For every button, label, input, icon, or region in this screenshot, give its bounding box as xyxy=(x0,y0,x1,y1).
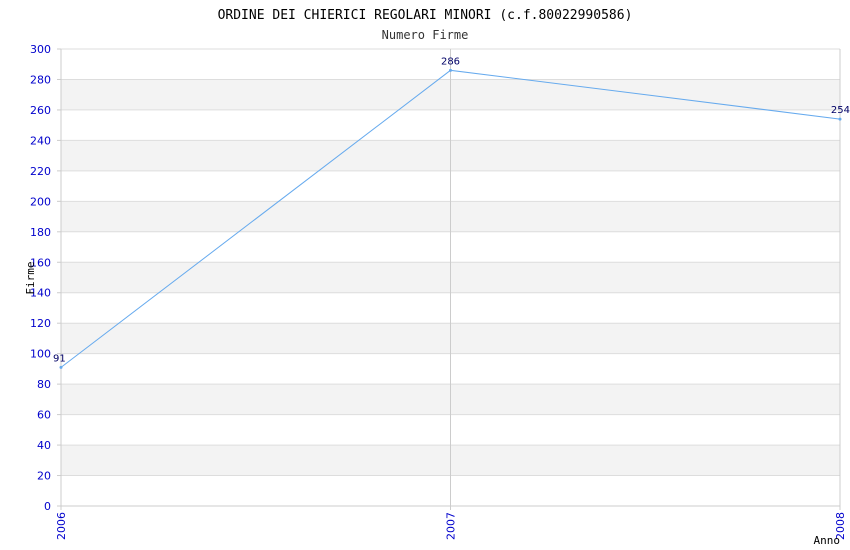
x-tick-label: 2007 xyxy=(445,512,458,540)
data-point xyxy=(59,365,63,369)
x-tick-label: 2006 xyxy=(55,512,68,540)
chart-subtitle: Numero Firme xyxy=(382,28,469,42)
y-tick-label: 80 xyxy=(37,378,51,391)
y-axis-label: Firme xyxy=(24,261,37,294)
y-tick-label: 60 xyxy=(37,409,51,422)
y-tick-label: 300 xyxy=(30,43,51,56)
y-tick-label: 260 xyxy=(30,104,51,117)
y-tick-label: 220 xyxy=(30,165,51,178)
y-tick-label: 240 xyxy=(30,134,51,147)
data-point xyxy=(449,68,452,72)
x-axis-label: Anno xyxy=(814,534,841,547)
data-point xyxy=(838,117,842,121)
y-tick-label: 0 xyxy=(44,500,51,513)
y-tick-label: 180 xyxy=(30,226,51,239)
data-label: 254 xyxy=(831,105,850,116)
y-tick-label: 20 xyxy=(37,470,51,483)
y-tick-label: 200 xyxy=(30,195,51,208)
y-tick-label: 100 xyxy=(30,348,51,361)
line-chart: 0204060801001201401601802002202402602803… xyxy=(24,8,850,547)
data-label: 286 xyxy=(441,56,460,67)
data-label: 91 xyxy=(53,353,66,364)
y-tick-label: 120 xyxy=(30,317,51,330)
chart-title: ORDINE DEI CHIERICI REGOLARI MINORI (c.f… xyxy=(218,8,633,23)
y-tick-label: 280 xyxy=(30,73,51,86)
y-tick-label: 40 xyxy=(37,439,51,452)
